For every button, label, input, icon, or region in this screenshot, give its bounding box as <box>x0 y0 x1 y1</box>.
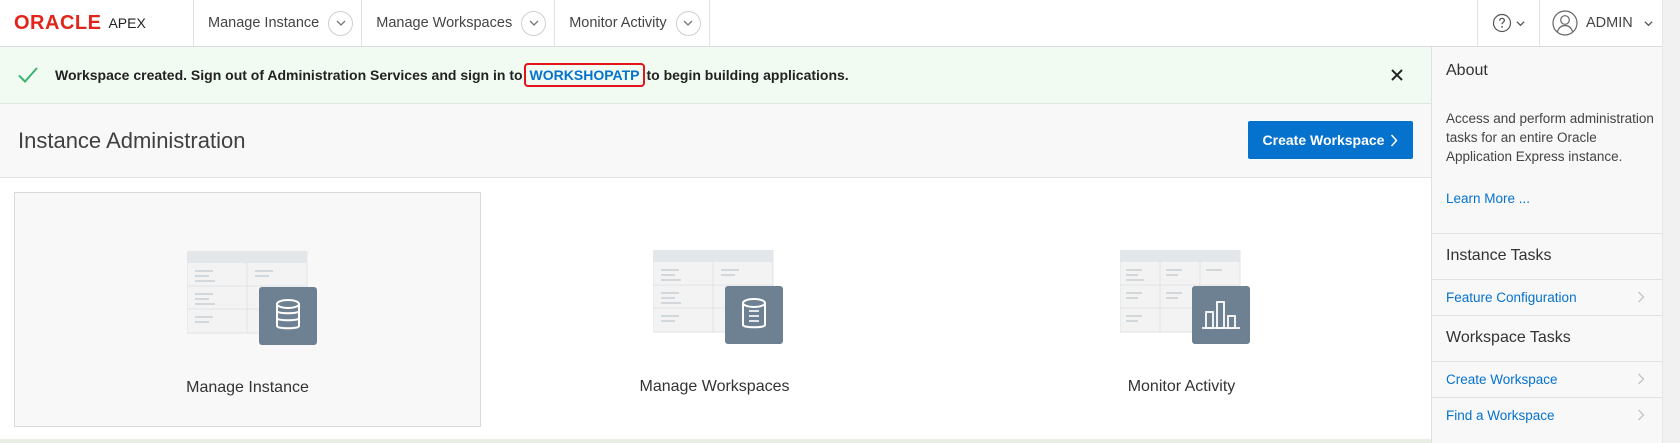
user-menu-button[interactable]: ADMIN <box>1539 0 1662 46</box>
top-navigation-bar: ORACLE APEX Manage Instance Manage Works… <box>0 0 1662 47</box>
close-icon <box>1391 69 1403 81</box>
card-label: Monitor Activity <box>1127 378 1236 395</box>
card-label: Manage Instance <box>186 379 309 396</box>
nav-menu-monitor-activity[interactable]: Monitor Activity <box>555 0 710 46</box>
chevron-down-icon[interactable] <box>521 10 547 36</box>
nav-menu-manage-workspaces[interactable]: Manage Workspaces <box>362 0 556 46</box>
close-alert-button[interactable] <box>1385 63 1409 87</box>
alert-message: Workspace created. Sign out of Administr… <box>55 63 849 87</box>
nav-menu-manage-instance[interactable]: Manage Instance <box>194 0 363 46</box>
card-label: Manage Workspaces <box>639 378 790 395</box>
learn-more-link[interactable]: Learn More ... <box>1446 191 1530 206</box>
user-name: ADMIN <box>1586 15 1633 31</box>
chevron-down-icon <box>1644 20 1653 26</box>
nav-menu-label: Manage Instance <box>208 15 320 31</box>
page-title: Instance Administration <box>18 128 246 153</box>
task-find-workspace[interactable]: Find a Workspace <box>1432 397 1663 433</box>
card-monitor-activity[interactable]: Monitor Activity <box>948 192 1415 427</box>
workspace-link[interactable]: WORKSHOPATP <box>523 63 646 87</box>
chevron-down-icon <box>1515 20 1525 26</box>
checkmark-icon <box>18 67 38 83</box>
instance-tasks-heading: Instance Tasks <box>1446 247 1552 264</box>
bar-chart-icon <box>1120 250 1250 344</box>
about-heading: About <box>1446 62 1488 79</box>
create-workspace-button[interactable]: Create Workspace <box>1248 121 1413 159</box>
card-manage-workspaces[interactable]: Manage Workspaces <box>481 192 948 427</box>
task-link-label: Feature Configuration <box>1446 289 1577 305</box>
chevron-right-icon <box>1391 133 1398 147</box>
user-avatar-icon <box>1552 10 1578 36</box>
card-manage-instance[interactable]: Manage Instance <box>14 192 481 427</box>
chevron-right-icon <box>1638 409 1645 421</box>
help-icon <box>1492 13 1511 33</box>
right-sidebar: About Access and perform administration … <box>1431 47 1663 443</box>
oracle-apex-logo[interactable]: ORACLE APEX <box>0 0 194 46</box>
chevron-down-icon[interactable] <box>328 10 354 36</box>
apex-logo-text: APEX <box>108 15 146 31</box>
success-alert: Workspace created. Sign out of Administr… <box>0 47 1431 104</box>
admin-cards-region: Manage Instance Manage Workspaces Monito… <box>0 178 1431 443</box>
database-icon <box>653 250 783 344</box>
vertical-scrollbar[interactable] <box>1662 0 1680 443</box>
chevron-down-icon[interactable] <box>675 10 701 36</box>
oracle-logo-text: ORACLE <box>14 11 102 34</box>
about-text: Access and perform administration tasks … <box>1446 111 1654 164</box>
help-menu-button[interactable] <box>1477 0 1539 46</box>
alert-text-after: to begin building applications. <box>646 67 849 83</box>
task-feature-configuration[interactable]: Feature Configuration <box>1432 279 1663 315</box>
nav-menu-label: Monitor Activity <box>569 15 667 31</box>
alert-text-before: Workspace created. Sign out of Administr… <box>55 67 523 83</box>
page-title-bar: Instance Administration Create Workspace <box>0 104 1431 178</box>
nav-menu-label: Manage Workspaces <box>376 15 513 31</box>
chevron-right-icon <box>1638 291 1645 303</box>
task-link-label: Find a Workspace <box>1446 407 1555 423</box>
create-workspace-label: Create Workspace <box>1262 132 1385 148</box>
task-create-workspace[interactable]: Create Workspace <box>1432 361 1663 397</box>
workspace-tasks-heading: Workspace Tasks <box>1446 329 1571 346</box>
chevron-right-icon <box>1638 373 1645 385</box>
task-link-label: Create Workspace <box>1446 371 1558 387</box>
bottom-divider <box>0 439 1431 443</box>
database-icon <box>187 251 317 345</box>
